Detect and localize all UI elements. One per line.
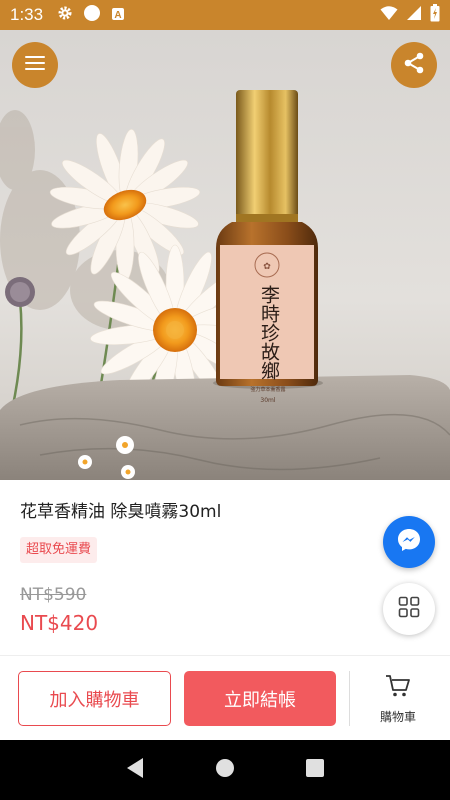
cart-icon — [385, 674, 411, 702]
sale-price: NT$420 — [20, 611, 99, 635]
navigation-bar — [0, 740, 450, 800]
bottle-sublabel: 強力草本薰香露 — [250, 387, 286, 393]
back-icon[interactable] — [125, 757, 145, 783]
bottle-label: 李時珍故鄉 — [258, 284, 280, 380]
gear-icon — [57, 5, 73, 25]
hamburger-menu-icon — [25, 55, 45, 75]
circle-icon — [83, 4, 101, 26]
divider — [349, 671, 350, 726]
status-time: 1:33 — [10, 5, 44, 24]
signal-icon — [406, 5, 422, 25]
grid-menu-button[interactable] — [383, 583, 435, 635]
checkout-button[interactable]: 立即結帳 — [184, 671, 336, 726]
svg-text:A: A — [114, 10, 121, 21]
messenger-icon — [396, 527, 422, 557]
recents-icon[interactable] — [305, 758, 325, 782]
wifi-icon — [380, 5, 398, 25]
messenger-button[interactable] — [383, 516, 435, 568]
share-icon — [403, 52, 425, 78]
original-price: NT$590 — [20, 585, 87, 605]
grid-icon — [398, 596, 420, 622]
product-title: 花草香精油 除臭噴霧30ml — [20, 502, 222, 522]
cart-label: 購物車 — [379, 710, 416, 724]
battery-icon — [430, 4, 440, 26]
shipping-badge: 超取免運費 — [20, 537, 98, 563]
bottom-action-bar: 加入購物車 立即結帳 購物車 — [0, 655, 450, 740]
a-notification-icon: A — [111, 6, 125, 25]
status-bar: 1:33 A — [0, 0, 450, 30]
menu-button[interactable] — [12, 42, 58, 88]
product-image[interactable]: ✿ 李時珍故鄉 強力草本薰香露 30ml — [0, 30, 450, 480]
svg-text:✿: ✿ — [263, 262, 271, 272]
bottle-volume: 30ml — [260, 397, 276, 404]
cart-tab[interactable]: 購物車 — [352, 674, 444, 734]
add-to-cart-button[interactable]: 加入購物車 — [18, 671, 171, 726]
home-icon[interactable] — [215, 758, 235, 782]
share-button[interactable] — [391, 42, 437, 88]
